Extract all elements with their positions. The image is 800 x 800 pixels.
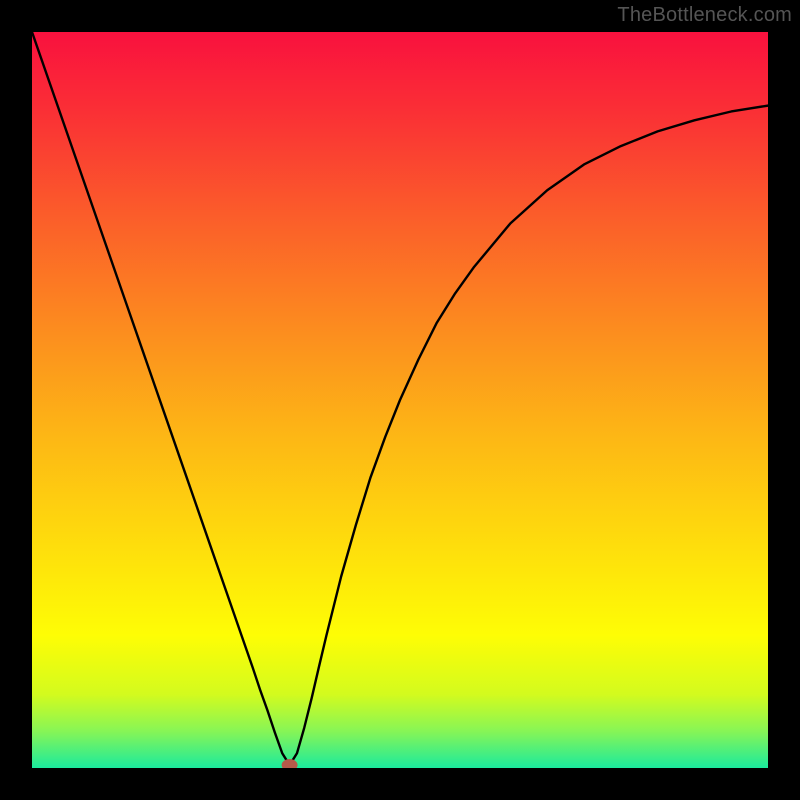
watermark-text: TheBottleneck.com [617,4,792,27]
plot-area [32,32,768,768]
chart-frame: TheBottleneck.com [0,0,800,800]
chart-svg [32,32,768,768]
